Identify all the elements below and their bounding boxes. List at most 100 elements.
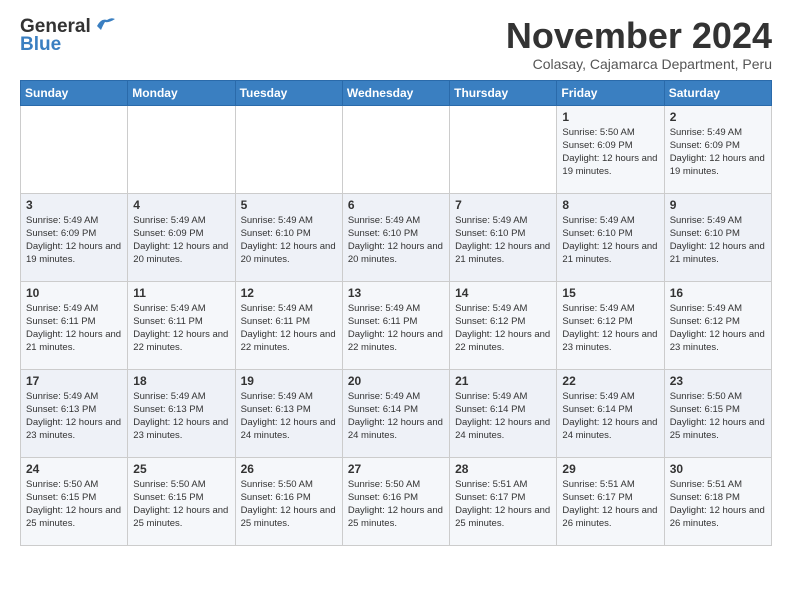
day-number: 29 bbox=[562, 462, 658, 476]
day-number: 13 bbox=[348, 286, 444, 300]
day-number: 15 bbox=[562, 286, 658, 300]
day-info: Sunrise: 5:49 AMSunset: 6:12 PMDaylight:… bbox=[562, 302, 658, 355]
day-info: Sunrise: 5:50 AMSunset: 6:09 PMDaylight:… bbox=[562, 126, 658, 179]
day-of-week-header: Thursday bbox=[450, 80, 557, 105]
day-number: 9 bbox=[670, 198, 766, 212]
day-info: Sunrise: 5:49 AMSunset: 6:13 PMDaylight:… bbox=[241, 390, 337, 443]
day-info: Sunrise: 5:49 AMSunset: 6:10 PMDaylight:… bbox=[562, 214, 658, 267]
day-number: 14 bbox=[455, 286, 551, 300]
day-info: Sunrise: 5:50 AMSunset: 6:15 PMDaylight:… bbox=[26, 478, 122, 531]
calendar-cell: 10 Sunrise: 5:49 AMSunset: 6:11 PMDayligh… bbox=[21, 281, 128, 369]
calendar-cell: 9 Sunrise: 5:49 AMSunset: 6:10 PMDaylight… bbox=[664, 193, 771, 281]
day-number: 27 bbox=[348, 462, 444, 476]
day-number: 19 bbox=[241, 374, 337, 388]
day-info: Sunrise: 5:49 AMSunset: 6:10 PMDaylight:… bbox=[455, 214, 551, 267]
day-number: 1 bbox=[562, 110, 658, 124]
day-of-week-header: Saturday bbox=[664, 80, 771, 105]
calendar-cell bbox=[450, 105, 557, 193]
calendar-week-row: 1 Sunrise: 5:50 AMSunset: 6:09 PMDaylight… bbox=[21, 105, 772, 193]
day-number: 4 bbox=[133, 198, 229, 212]
day-number: 26 bbox=[241, 462, 337, 476]
calendar-cell: 29Sunrise: 5:51 AMSunset: 6:17 PMDayligh… bbox=[557, 457, 664, 545]
calendar-cell bbox=[342, 105, 449, 193]
day-info: Sunrise: 5:49 AMSunset: 6:09 PMDaylight:… bbox=[133, 214, 229, 267]
day-info: Sunrise: 5:50 AMSunset: 6:15 PMDaylight:… bbox=[133, 478, 229, 531]
day-of-week-header: Tuesday bbox=[235, 80, 342, 105]
calendar-cell: 26 Sunrise: 5:50 AMSunset: 6:16 PMDayligh… bbox=[235, 457, 342, 545]
day-info: Sunrise: 5:49 AMSunset: 6:10 PMDaylight:… bbox=[670, 214, 766, 267]
day-number: 12 bbox=[241, 286, 337, 300]
day-number: 17 bbox=[26, 374, 122, 388]
day-of-week-header: Wednesday bbox=[342, 80, 449, 105]
calendar-cell bbox=[21, 105, 128, 193]
calendar-cell: 11 Sunrise: 5:49 AMSunset: 6:11 PMDayligh… bbox=[128, 281, 235, 369]
calendar-cell: 25 Sunrise: 5:50 AMSunset: 6:15 PMDayligh… bbox=[128, 457, 235, 545]
day-info: Sunrise: 5:49 AMSunset: 6:11 PMDaylight:… bbox=[133, 302, 229, 355]
day-info: Sunrise: 5:51 AMSunset: 6:18 PMDaylight:… bbox=[670, 478, 766, 531]
calendar-cell: 19 Sunrise: 5:49 AMSunset: 6:13 PMDayligh… bbox=[235, 369, 342, 457]
day-number: 22 bbox=[562, 374, 658, 388]
day-of-week-header: Friday bbox=[557, 80, 664, 105]
calendar-cell: 3Sunrise: 5:49 AMSunset: 6:09 PMDaylight… bbox=[21, 193, 128, 281]
day-info: Sunrise: 5:49 AMSunset: 6:13 PMDaylight:… bbox=[133, 390, 229, 443]
day-number: 8 bbox=[562, 198, 658, 212]
calendar-cell: 21Sunrise: 5:49 AMSunset: 6:14 PMDayligh… bbox=[450, 369, 557, 457]
day-number: 25 bbox=[133, 462, 229, 476]
calendar-week-row: 3Sunrise: 5:49 AMSunset: 6:09 PMDaylight… bbox=[21, 193, 772, 281]
month-title: November 2024 bbox=[506, 16, 772, 56]
calendar-cell: 5 Sunrise: 5:49 AMSunset: 6:10 PMDaylight… bbox=[235, 193, 342, 281]
calendar-cell: 15 Sunrise: 5:49 AMSunset: 6:12 PMDayligh… bbox=[557, 281, 664, 369]
day-info: Sunrise: 5:49 AMSunset: 6:14 PMDaylight:… bbox=[348, 390, 444, 443]
day-info: Sunrise: 5:49 AMSunset: 6:10 PMDaylight:… bbox=[348, 214, 444, 267]
day-info: Sunrise: 5:50 AMSunset: 6:15 PMDaylight:… bbox=[670, 390, 766, 443]
calendar-cell bbox=[128, 105, 235, 193]
calendar-week-row: 10 Sunrise: 5:49 AMSunset: 6:11 PMDayligh… bbox=[21, 281, 772, 369]
day-info: Sunrise: 5:49 AMSunset: 6:14 PMDaylight:… bbox=[455, 390, 551, 443]
calendar-cell: 27Sunrise: 5:50 AMSunset: 6:16 PMDayligh… bbox=[342, 457, 449, 545]
day-number: 7 bbox=[455, 198, 551, 212]
day-info: Sunrise: 5:49 AMSunset: 6:11 PMDaylight:… bbox=[348, 302, 444, 355]
day-number: 11 bbox=[133, 286, 229, 300]
day-number: 18 bbox=[133, 374, 229, 388]
day-number: 23 bbox=[670, 374, 766, 388]
calendar-body: 1 Sunrise: 5:50 AMSunset: 6:09 PMDaylight… bbox=[21, 105, 772, 545]
day-number: 10 bbox=[26, 286, 122, 300]
day-of-week-header: Sunday bbox=[21, 80, 128, 105]
day-number: 16 bbox=[670, 286, 766, 300]
day-number: 2 bbox=[670, 110, 766, 124]
calendar-cell: 1 Sunrise: 5:50 AMSunset: 6:09 PMDaylight… bbox=[557, 105, 664, 193]
day-info: Sunrise: 5:49 AMSunset: 6:14 PMDaylight:… bbox=[562, 390, 658, 443]
day-number: 24 bbox=[26, 462, 122, 476]
day-info: Sunrise: 5:49 AMSunset: 6:09 PMDaylight:… bbox=[26, 214, 122, 267]
day-info: Sunrise: 5:50 AMSunset: 6:16 PMDaylight:… bbox=[241, 478, 337, 531]
day-number: 5 bbox=[241, 198, 337, 212]
location-subtitle: Colasay, Cajamarca Department, Peru bbox=[506, 56, 772, 72]
calendar-cell: 30 Sunrise: 5:51 AMSunset: 6:18 PMDayligh… bbox=[664, 457, 771, 545]
day-info: Sunrise: 5:49 AMSunset: 6:12 PMDaylight:… bbox=[455, 302, 551, 355]
calendar-cell: 8 Sunrise: 5:49 AMSunset: 6:10 PMDaylight… bbox=[557, 193, 664, 281]
day-info: Sunrise: 5:49 AMSunset: 6:11 PMDaylight:… bbox=[241, 302, 337, 355]
calendar-header-row: SundayMondayTuesdayWednesdayThursdayFrid… bbox=[21, 80, 772, 105]
day-info: Sunrise: 5:49 AMSunset: 6:09 PMDaylight:… bbox=[670, 126, 766, 179]
calendar-header: SundayMondayTuesdayWednesdayThursdayFrid… bbox=[21, 80, 772, 105]
calendar-cell: 13 Sunrise: 5:49 AMSunset: 6:11 PMDayligh… bbox=[342, 281, 449, 369]
calendar-table: SundayMondayTuesdayWednesdayThursdayFrid… bbox=[20, 80, 772, 546]
calendar-cell: 18 Sunrise: 5:49 AMSunset: 6:13 PMDayligh… bbox=[128, 369, 235, 457]
calendar-week-row: 24 Sunrise: 5:50 AMSunset: 6:15 PMDayligh… bbox=[21, 457, 772, 545]
day-number: 30 bbox=[670, 462, 766, 476]
day-info: Sunrise: 5:51 AMSunset: 6:17 PMDaylight:… bbox=[455, 478, 551, 531]
day-number: 20 bbox=[348, 374, 444, 388]
calendar-cell bbox=[235, 105, 342, 193]
calendar-cell: 22 Sunrise: 5:49 AMSunset: 6:14 PMDayligh… bbox=[557, 369, 664, 457]
calendar-cell: 16 Sunrise: 5:49 AMSunset: 6:12 PMDayligh… bbox=[664, 281, 771, 369]
day-info: Sunrise: 5:49 AMSunset: 6:13 PMDaylight:… bbox=[26, 390, 122, 443]
day-info: Sunrise: 5:49 AMSunset: 6:11 PMDaylight:… bbox=[26, 302, 122, 355]
calendar-week-row: 17 Sunrise: 5:49 AMSunset: 6:13 PMDayligh… bbox=[21, 369, 772, 457]
logo: General Blue bbox=[20, 16, 115, 56]
logo-blue-text: Blue bbox=[20, 34, 61, 56]
day-info: Sunrise: 5:49 AMSunset: 6:10 PMDaylight:… bbox=[241, 214, 337, 267]
calendar-cell: 12 Sunrise: 5:49 AMSunset: 6:11 PMDayligh… bbox=[235, 281, 342, 369]
calendar-cell: 14 Sunrise: 5:49 AMSunset: 6:12 PMDayligh… bbox=[450, 281, 557, 369]
day-info: Sunrise: 5:49 AMSunset: 6:12 PMDaylight:… bbox=[670, 302, 766, 355]
day-number: 28 bbox=[455, 462, 551, 476]
